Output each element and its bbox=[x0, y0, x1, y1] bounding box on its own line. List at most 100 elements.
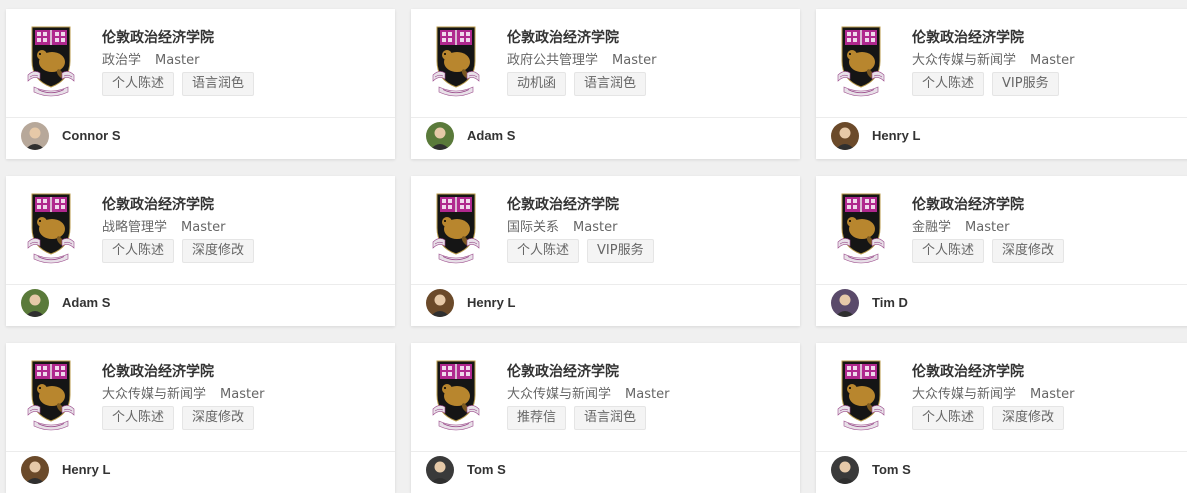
degree-level: Master bbox=[625, 387, 670, 402]
service-tag[interactable]: 推荐信 bbox=[507, 406, 567, 430]
service-tag[interactable]: VIP服务 bbox=[992, 72, 1059, 96]
service-tags: 个人陈述 VIP服务 bbox=[912, 72, 1059, 96]
degree-level: Master bbox=[181, 220, 226, 235]
service-tag[interactable]: 深度修改 bbox=[992, 239, 1065, 263]
program-card[interactable]: 伦敦政治经济学院 大众传媒与新闻学 Master 个人陈述 深度修改 Henry … bbox=[6, 343, 395, 493]
program-card[interactable]: 伦敦政治经济学院 战略管理学 Master 个人陈述 深度修改 Adam S bbox=[6, 176, 395, 326]
author-name[interactable]: Tom S bbox=[467, 462, 506, 477]
card-header: 伦敦政治经济学院 金融学 Master 个人陈述 深度修改 bbox=[816, 176, 1187, 284]
program-info: 大众传媒与新闻学 Master bbox=[102, 383, 264, 402]
service-tag[interactable]: 动机函 bbox=[507, 72, 567, 96]
school-name: 伦敦政治经济学院 bbox=[102, 364, 214, 380]
major-name: 金融学 bbox=[912, 220, 952, 235]
program-info: 政府公共管理学 Master bbox=[507, 49, 656, 68]
service-tag[interactable]: 语言润色 bbox=[574, 72, 647, 96]
avatar[interactable] bbox=[426, 289, 454, 317]
author-name[interactable]: Tim D bbox=[872, 295, 908, 310]
lse-crest-icon bbox=[26, 359, 76, 431]
card-header: 伦敦政治经济学院 政治学 Master 个人陈述 语言润色 bbox=[6, 9, 395, 117]
program-info: 战略管理学 Master bbox=[102, 216, 225, 235]
author-name[interactable]: Henry L bbox=[467, 295, 515, 310]
service-tag[interactable]: 个人陈述 bbox=[102, 406, 175, 430]
service-tag[interactable]: 个人陈述 bbox=[912, 239, 985, 263]
school-name: 伦敦政治经济学院 bbox=[507, 30, 619, 46]
major-name: 大众传媒与新闻学 bbox=[912, 387, 1017, 402]
service-tags: 个人陈述 语言润色 bbox=[102, 72, 255, 96]
lse-crest-icon bbox=[431, 25, 481, 97]
service-tags: 个人陈述 深度修改 bbox=[102, 239, 255, 263]
school-name: 伦敦政治经济学院 bbox=[912, 197, 1024, 213]
author-name[interactable]: Henry L bbox=[62, 462, 110, 477]
avatar[interactable] bbox=[21, 289, 49, 317]
program-card[interactable]: 伦敦政治经济学院 政治学 Master 个人陈述 语言润色 Connor S bbox=[6, 9, 395, 159]
service-tag[interactable]: 个人陈述 bbox=[507, 239, 580, 263]
service-tag[interactable]: 个人陈述 bbox=[102, 239, 175, 263]
avatar[interactable] bbox=[831, 122, 859, 150]
degree-level: Master bbox=[220, 387, 265, 402]
major-name: 战略管理学 bbox=[102, 220, 168, 235]
author-name[interactable]: Tom S bbox=[872, 462, 911, 477]
avatar[interactable] bbox=[426, 122, 454, 150]
degree-level: Master bbox=[155, 53, 200, 68]
lse-crest-icon bbox=[836, 25, 886, 97]
school-name: 伦敦政治经济学院 bbox=[507, 364, 619, 380]
card-footer: Henry L bbox=[816, 118, 1187, 159]
service-tag[interactable]: 语言润色 bbox=[574, 406, 647, 430]
lse-crest-icon bbox=[431, 359, 481, 431]
major-name: 政府公共管理学 bbox=[507, 53, 599, 68]
avatar[interactable] bbox=[21, 456, 49, 484]
card-footer: Connor S bbox=[6, 118, 395, 159]
program-info: 政治学 Master bbox=[102, 49, 199, 68]
card-footer: Adam S bbox=[6, 285, 395, 326]
avatar[interactable] bbox=[426, 456, 454, 484]
service-tags: 个人陈述 深度修改 bbox=[912, 239, 1065, 263]
author-name[interactable]: Henry L bbox=[872, 128, 920, 143]
program-info: 大众传媒与新闻学 Master bbox=[912, 49, 1074, 68]
card-header: 伦敦政治经济学院 大众传媒与新闻学 Master 个人陈述 深度修改 bbox=[816, 343, 1187, 451]
major-name: 政治学 bbox=[102, 53, 142, 68]
program-card[interactable]: 伦敦政治经济学院 大众传媒与新闻学 Master 个人陈述 深度修改 Tom S bbox=[816, 343, 1187, 493]
card-footer: Tom S bbox=[816, 452, 1187, 493]
school-name: 伦敦政治经济学院 bbox=[912, 30, 1024, 46]
program-card[interactable]: 伦敦政治经济学院 大众传媒与新闻学 Master 个人陈述 VIP服务 Henry… bbox=[816, 9, 1187, 159]
school-name: 伦敦政治经济学院 bbox=[102, 30, 214, 46]
service-tag[interactable]: 深度修改 bbox=[182, 406, 255, 430]
school-name: 伦敦政治经济学院 bbox=[102, 197, 214, 213]
card-header: 伦敦政治经济学院 国际关系 Master 个人陈述 VIP服务 bbox=[411, 176, 800, 284]
major-name: 大众传媒与新闻学 bbox=[102, 387, 207, 402]
service-tag[interactable]: VIP服务 bbox=[587, 239, 654, 263]
card-footer: Henry L bbox=[411, 285, 800, 326]
card-header: 伦敦政治经济学院 战略管理学 Master 个人陈述 深度修改 bbox=[6, 176, 395, 284]
author-name[interactable]: Adam S bbox=[467, 128, 515, 143]
major-name: 大众传媒与新闻学 bbox=[507, 387, 612, 402]
lse-crest-icon bbox=[26, 25, 76, 97]
service-tag[interactable]: 深度修改 bbox=[992, 406, 1065, 430]
major-name: 大众传媒与新闻学 bbox=[912, 53, 1017, 68]
school-name: 伦敦政治经济学院 bbox=[507, 197, 619, 213]
lse-crest-icon bbox=[26, 192, 76, 264]
service-tags: 个人陈述 VIP服务 bbox=[507, 239, 654, 263]
service-tag[interactable]: 语言润色 bbox=[182, 72, 255, 96]
major-name: 国际关系 bbox=[507, 220, 560, 235]
avatar[interactable] bbox=[831, 456, 859, 484]
service-tag[interactable]: 深度修改 bbox=[182, 239, 255, 263]
program-card[interactable]: 伦敦政治经济学院 国际关系 Master 个人陈述 VIP服务 Henry L bbox=[411, 176, 800, 326]
program-card[interactable]: 伦敦政治经济学院 金融学 Master 个人陈述 深度修改 Tim D bbox=[816, 176, 1187, 326]
card-footer: Adam S bbox=[411, 118, 800, 159]
service-tag[interactable]: 个人陈述 bbox=[102, 72, 175, 96]
avatar[interactable] bbox=[831, 289, 859, 317]
card-footer: Tim D bbox=[816, 285, 1187, 326]
service-tag[interactable]: 个人陈述 bbox=[912, 72, 985, 96]
program-card[interactable]: 伦敦政治经济学院 政府公共管理学 Master 动机函 语言润色 Adam S bbox=[411, 9, 800, 159]
lse-crest-icon bbox=[836, 359, 886, 431]
card-header: 伦敦政治经济学院 大众传媒与新闻学 Master 推荐信 语言润色 bbox=[411, 343, 800, 451]
program-card[interactable]: 伦敦政治经济学院 大众传媒与新闻学 Master 推荐信 语言润色 Tom S bbox=[411, 343, 800, 493]
author-name[interactable]: Connor S bbox=[62, 128, 121, 143]
service-tag[interactable]: 个人陈述 bbox=[912, 406, 985, 430]
degree-level: Master bbox=[612, 53, 657, 68]
service-tags: 动机函 语言润色 bbox=[507, 72, 647, 96]
service-tags: 个人陈述 深度修改 bbox=[102, 406, 255, 430]
card-footer: Henry L bbox=[6, 452, 395, 493]
author-name[interactable]: Adam S bbox=[62, 295, 110, 310]
avatar[interactable] bbox=[21, 122, 49, 150]
